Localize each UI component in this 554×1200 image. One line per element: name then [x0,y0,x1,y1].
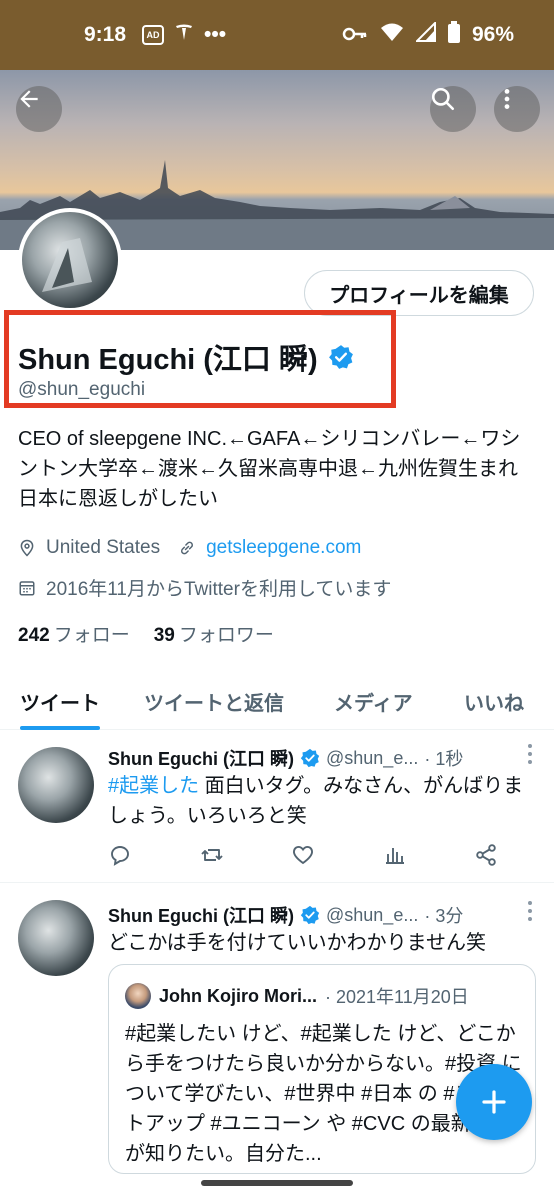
tweet-text: どこかは手を付けていいかわかりません笑 [108,932,486,954]
tweet-author-name: Shun Eguchi (江口 瞬) [108,906,294,926]
tweet-avatar[interactable] [18,747,94,823]
battery-percent: 96% [471,23,514,46]
verified-badge-icon [300,905,320,925]
profile-name-row: Shun Eguchi (江口 瞬) [18,336,354,378]
tab-tweets-and-replies[interactable]: ツイートと返信 [144,672,284,730]
signal-icon [414,20,436,48]
tab-likes[interactable]: いいね [464,672,524,730]
tweet-avatar[interactable] [18,900,94,976]
search-button[interactable] [430,86,476,132]
tweet-item[interactable]: Shun Eguchi (江口 瞬) @shun_e... · 1秒 #起業した… [0,731,554,883]
profile-meta-row: United States getsleepgene.com [18,537,361,559]
tweet-header: Shun Eguchi (江口 瞬) @shun_e... · 3分 [108,902,463,928]
tweet-time: · 1秒 [424,749,464,769]
verified-badge-icon [328,345,353,369]
status-bar: 9:18 AD ••• 96% [0,0,554,70]
profile-joined-row: 2016年11月からTwitterを利用しています [18,574,391,601]
profile-website-link[interactable]: getsleepgene.com [206,537,361,559]
profile-name: Shun Eguchi (江口 瞬) [18,344,318,376]
followers-stat[interactable]: 39 フォロワー [154,620,274,647]
tweet-time: · 3分 [424,906,464,926]
quoted-author-name: John Kojiro Mori... [159,985,317,1006]
ad-blocker-icon: AD [142,25,165,45]
wifi-icon [380,22,404,48]
compose-tweet-button[interactable] [456,1064,532,1140]
location-icon [20,539,34,557]
tweet-header: Shun Eguchi (江口 瞬) @shun_e... · 1秒 [108,745,463,771]
tweet-more-button[interactable] [526,900,534,928]
more-notifications-icon: ••• [204,23,227,46]
battery-icon [447,21,460,49]
profile-location: United States [46,537,161,558]
profile-handle: @shun_eguchi [18,379,146,400]
more-vertical-icon [528,744,532,764]
tweet-text: #起業した 面白いタグ。みなさん、がんばりましょう。いろいろと笑 [108,771,528,831]
status-time: 9:18 [84,23,127,46]
back-arrow-icon [20,90,38,108]
quoted-author-avatar [125,983,151,1009]
avatar-image [22,212,118,308]
more-vertical-icon [504,89,510,109]
tab-media[interactable]: メディア [334,672,413,730]
tweet-hashtag[interactable]: #起業した [108,775,199,797]
tweet-author-name: Shun Eguchi (江口 瞬) [108,749,294,769]
following-label: フォロー [53,625,130,646]
followers-count: 39 [153,625,175,646]
profile-tabs: ツイート ツイートと返信 メディア いいね [0,672,554,730]
quoted-tweet[interactable]: John Kojiro Mori... · 2021年11月20日 #起業したい… [108,964,536,1174]
link-icon [181,541,194,555]
search-icon [431,87,455,111]
profile-avatar[interactable] [18,208,122,312]
key-icon [342,22,368,48]
tweet-actions [108,843,498,867]
share-icon[interactable] [474,843,498,867]
more-options-button[interactable] [494,86,540,132]
verified-badge-icon [300,748,320,768]
following-stat[interactable]: 242 フォロー [18,620,130,647]
retweet-icon[interactable] [200,843,224,867]
tweet-more-button[interactable] [526,743,534,771]
quoted-tweet-date: · 2021年11月20日 [325,987,469,1007]
calendar-icon [19,580,35,595]
gesture-home-bar[interactable] [201,1180,353,1186]
tab-tweets[interactable]: ツイート [20,672,100,730]
back-button[interactable] [16,86,62,132]
like-heart-icon[interactable] [291,843,315,867]
following-count: 242 [18,625,50,646]
followers-label: フォロワー [178,625,274,646]
plus-icon [482,1090,506,1114]
analytics-icon[interactable] [383,843,407,867]
quoted-tweet-header: John Kojiro Mori... · 2021年11月20日 [125,983,469,1009]
follow-stats: 242 フォロー 39 フォロワー [18,620,274,647]
reply-icon[interactable] [108,843,132,867]
tweet-author-handle: @shun_e... [326,904,419,925]
tesla-icon [174,22,194,48]
profile-joined: 2016年11月からTwitterを利用しています [46,579,392,600]
profile-bio: CEO of sleepgene INC.←GAFA←シリコンバレー←ワシントン… [18,428,521,510]
tweet-author-handle: @shun_e... [326,747,419,768]
more-vertical-icon [528,901,532,921]
